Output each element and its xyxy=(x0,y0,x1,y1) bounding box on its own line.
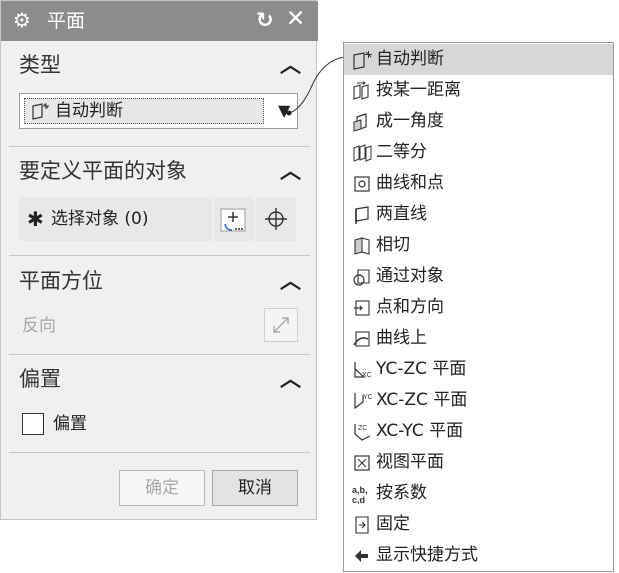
section-offset-label: 偏置 xyxy=(19,367,61,391)
svg-text:XC: XC xyxy=(362,372,372,379)
reverse-direction-button[interactable] xyxy=(264,308,298,342)
section-divider xyxy=(9,452,310,453)
section-divider xyxy=(9,255,310,256)
collapse-caret-icon[interactable]: ︿ xyxy=(280,366,301,392)
menu-item-label: 曲线和点 xyxy=(376,173,444,193)
menu-item-label: 两直线 xyxy=(376,204,427,224)
menu-item-tangent[interactable]: 相切 xyxy=(344,230,613,261)
select-object-field[interactable]: ✱ 选择对象 (0) xyxy=(19,197,212,241)
angle-plane-icon xyxy=(353,113,367,132)
section-type-label: 类型 xyxy=(19,53,61,77)
required-star-icon: ✱ xyxy=(27,207,44,231)
section-type-header[interactable]: 类型 ︿ xyxy=(1,45,318,85)
menu-item-label: XC-YC 平面 xyxy=(376,421,464,441)
section-divider xyxy=(9,146,310,147)
menu-item-two-lines[interactable]: 两直线 xyxy=(344,199,613,230)
menu-item-label: 成一角度 xyxy=(376,111,444,131)
menu-item-label: 曲线上 xyxy=(376,328,427,348)
menu-item-label: 显示快捷方式 xyxy=(376,545,478,565)
section-divider xyxy=(9,354,310,355)
distance-plane-icon xyxy=(353,81,369,100)
menu-item-show-shortcuts[interactable]: 显示快捷方式 xyxy=(344,540,613,571)
menu-item-point-direction[interactable]: 点和方向 xyxy=(344,292,613,323)
through-object-plane-icon xyxy=(353,269,370,286)
menu-item-label: 相切 xyxy=(376,235,410,255)
menu-item-label: 固定 xyxy=(376,514,410,534)
close-icon[interactable]: ✕ xyxy=(286,6,305,32)
section-orientation-label: 平面方位 xyxy=(19,269,103,293)
reverse-direction-label: 反向 xyxy=(22,316,56,336)
xc-zc-plane-icon: YC xyxy=(354,393,372,410)
dialog-title: 平面 xyxy=(47,10,86,32)
fixed-plane-icon xyxy=(355,516,369,534)
bisector-plane-icon xyxy=(353,144,372,162)
offset-checkbox-label[interactable]: 偏置 xyxy=(53,413,87,435)
on-curve-plane-icon xyxy=(353,331,370,347)
offset-checkbox[interactable] xyxy=(22,413,44,435)
section-offset-header[interactable]: 偏置 ︿ xyxy=(1,359,318,399)
menu-item-label: XC-ZC 平面 xyxy=(376,390,468,410)
crosshair-icon xyxy=(265,208,287,230)
inferred-plane-icon xyxy=(353,51,372,70)
svg-text:a,b,: a,b, xyxy=(352,485,368,495)
reset-icon[interactable]: ↻ xyxy=(256,7,274,33)
menu-item-label: 视图平面 xyxy=(376,452,444,472)
menu-item-label: 自动判断 xyxy=(376,49,444,69)
menu-item-label: 按系数 xyxy=(376,483,427,503)
menu-item-through-object[interactable]: 通过对象 xyxy=(344,261,613,292)
gear-icon[interactable]: ⚙ xyxy=(13,9,35,31)
menu-item-label: 通过对象 xyxy=(376,266,444,286)
type-dropdown-value-box: 自动判断 xyxy=(24,98,264,124)
menu-item-label: 按某一距离 xyxy=(376,80,461,100)
ok-button[interactable]: 确定 xyxy=(119,470,205,506)
xc-yc-plane-icon: ZC xyxy=(354,424,371,441)
section-objects-label: 要定义平面的对象 xyxy=(19,159,187,183)
inferred-plane-icon xyxy=(32,103,49,120)
svg-text:YC: YC xyxy=(363,394,372,401)
menu-item-xc-yc[interactable]: ZC XC-YC 平面 xyxy=(344,416,613,447)
cancel-button[interactable]: 取消 xyxy=(212,470,298,506)
menu-item-label: YC-ZC 平面 xyxy=(376,359,467,379)
menu-item-yc-zc[interactable]: XC YC-ZC 平面 xyxy=(344,354,613,385)
plane-dialog: ⚙ 平面 ↻ ✕ 类型 ︿ 自动判断 ▼ 要定义平面的对象 ︿ ✱ 选择对象 (… xyxy=(0,0,318,520)
menu-item-label: 点和方向 xyxy=(376,297,444,317)
menu-item-distance[interactable]: 按某一距离 xyxy=(344,75,613,106)
two-lines-plane-icon xyxy=(355,206,369,224)
chevron-down-icon[interactable]: ▼ xyxy=(278,103,290,119)
coefficients-plane-icon: a,b, c,d xyxy=(352,485,368,504)
point-dialog-button[interactable] xyxy=(256,197,296,241)
yc-zc-plane-icon: XC xyxy=(354,362,372,379)
section-orientation-header[interactable]: 平面方位 ︿ xyxy=(1,261,318,301)
collapse-caret-icon[interactable]: ︿ xyxy=(280,158,301,184)
menu-item-view-plane[interactable]: 视图平面 xyxy=(344,447,613,478)
menu-item-on-curve[interactable]: 曲线上 xyxy=(344,323,613,354)
point-direction-plane-icon xyxy=(354,300,370,316)
collapse-caret-icon[interactable]: ︿ xyxy=(280,268,301,294)
add-point-button[interactable] xyxy=(214,197,254,241)
svg-text:c,d: c,d xyxy=(352,495,365,504)
type-dropdown-menu: 自动判断 按某一距离 成一角度 二等分 曲线和点 两直线 相切 通过对象 点和方… xyxy=(343,42,614,572)
menu-item-bisector[interactable]: 二等分 xyxy=(344,137,613,168)
svg-text:ZC: ZC xyxy=(358,425,367,432)
type-dropdown[interactable]: 自动判断 ▼ xyxy=(19,93,298,129)
show-shortcuts-icon xyxy=(355,550,368,562)
menu-item-label: 二等分 xyxy=(376,142,427,162)
menu-item-fixed[interactable]: 固定 xyxy=(344,509,613,540)
menu-item-coefficients[interactable]: a,b, c,d 按系数 xyxy=(344,478,613,509)
add-point-icon xyxy=(220,208,246,232)
view-plane-icon xyxy=(354,455,370,471)
type-dropdown-value: 自动判断 xyxy=(55,101,123,121)
menu-item-inferred[interactable]: 自动判断 xyxy=(344,44,613,75)
section-objects-header[interactable]: 要定义平面的对象 ︿ xyxy=(1,151,318,191)
dialog-titlebar[interactable]: ⚙ 平面 ↻ ✕ xyxy=(1,1,318,41)
collapse-caret-icon[interactable]: ︿ xyxy=(280,52,301,78)
menu-item-angle[interactable]: 成一角度 xyxy=(344,106,613,137)
select-object-label: 选择对象 (0) xyxy=(51,209,149,229)
reverse-arrows-icon xyxy=(273,317,289,333)
menu-item-curve-point[interactable]: 曲线和点 xyxy=(344,168,613,199)
tangent-plane-icon xyxy=(354,237,370,255)
curve-point-plane-icon xyxy=(354,176,370,192)
menu-item-xc-zc[interactable]: YC XC-ZC 平面 xyxy=(344,385,613,416)
